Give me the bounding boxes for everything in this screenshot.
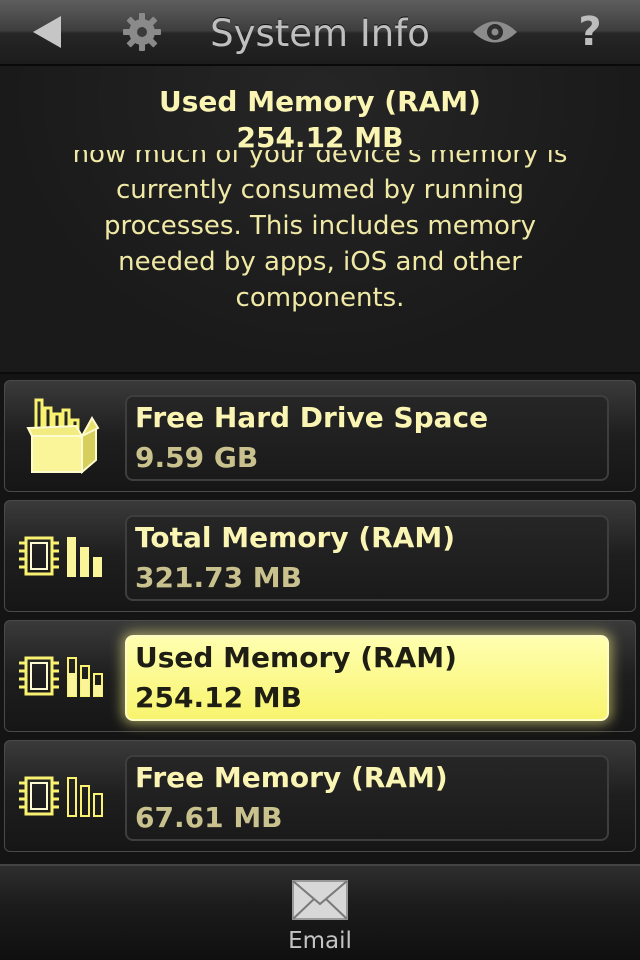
list-item-used-memory[interactable]: Used Memory (RAM) 254.12 MB: [4, 620, 636, 732]
envelope-icon: [292, 880, 348, 920]
description-line: components.: [235, 283, 405, 313]
item-label: Free Hard Drive Space: [135, 401, 489, 434]
list-item-free-memory[interactable]: Free Memory (RAM) 67.61 MB: [4, 740, 636, 852]
ram-chip-full-bars-icon: [15, 513, 111, 601]
info-value: 254.12 MB: [236, 121, 404, 154]
used-memory-card: Used Memory (RAM) 254.12 MB: [125, 635, 609, 721]
storage-box-icon: [15, 393, 111, 481]
description-line: currently consumed by running: [116, 175, 524, 205]
ram-chip-outline-bars-icon: [15, 753, 111, 841]
list-item-total-memory[interactable]: Total Memory (RAM) 321.73 MB: [4, 500, 636, 612]
total-memory-card: Total Memory (RAM) 321.73 MB: [125, 515, 609, 601]
navigation-bar: System Info ?: [0, 0, 640, 66]
item-label: Free Memory (RAM): [135, 761, 448, 794]
info-description: how much of your device's memory is curr…: [40, 150, 600, 316]
item-value: 254.12 MB: [135, 681, 303, 714]
list-item-free-hard-drive-space[interactable]: Free Hard Drive Space 9.59 GB: [4, 380, 636, 492]
info-title: Used Memory (RAM): [159, 85, 481, 118]
info-panel: Used Memory (RAM) 254.12 MB how much of …: [0, 66, 640, 374]
eye-icon: [473, 21, 517, 43]
info-heading: Used Memory (RAM) 254.12 MB: [0, 84, 640, 156]
email-button[interactable]: Email: [270, 880, 370, 960]
bottom-toolbar: Email: [0, 864, 640, 960]
info-description-scroll[interactable]: how much of your device's memory is curr…: [40, 150, 600, 330]
free-memory-card: Free Memory (RAM) 67.61 MB: [125, 755, 609, 841]
item-label: Total Memory (RAM): [135, 521, 456, 554]
description-line: processes. This includes memory: [103, 211, 537, 241]
email-label: Email: [288, 928, 352, 954]
description-line: needed by apps, iOS and other: [118, 247, 522, 277]
view-button[interactable]: [470, 10, 520, 54]
item-label: Used Memory (RAM): [135, 641, 457, 674]
page-title: System Info: [210, 12, 430, 55]
ram-chip-partial-bars-icon: [15, 633, 111, 721]
help-button[interactable]: ?: [568, 9, 612, 55]
item-value: 67.61 MB: [135, 801, 283, 834]
item-value: 9.59 GB: [135, 441, 259, 474]
help-icon: ?: [578, 9, 602, 55]
free-hard-drive-card: Free Hard Drive Space 9.59 GB: [125, 395, 609, 481]
item-value: 321.73 MB: [135, 561, 303, 594]
